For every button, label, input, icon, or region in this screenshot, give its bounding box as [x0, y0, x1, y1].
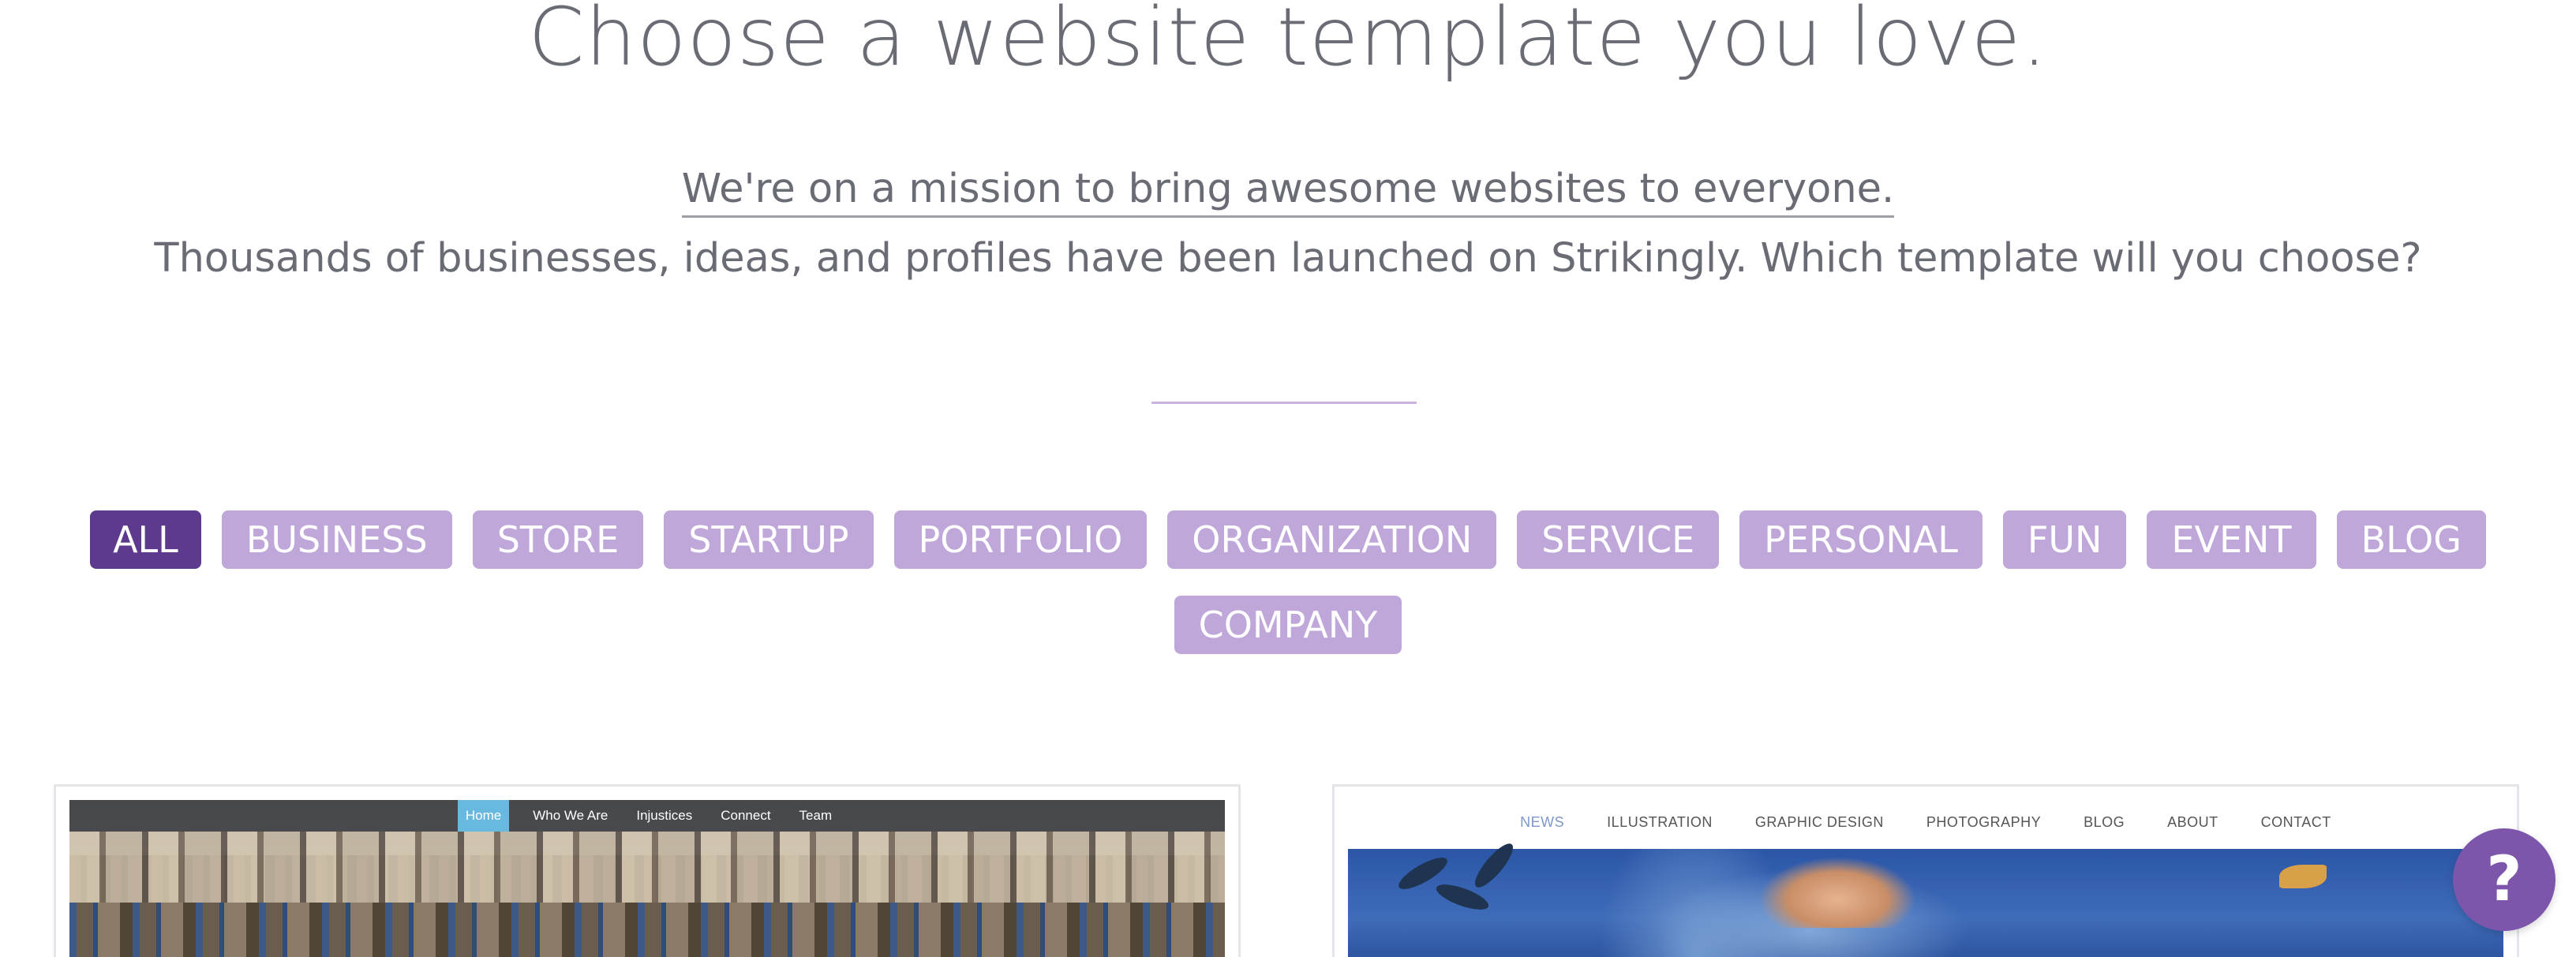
filter-organization-button[interactable]: ORGANIZATION: [1167, 510, 1497, 569]
filter-blog-button[interactable]: BLOG: [2336, 510, 2486, 569]
filter-service-button[interactable]: SERVICE: [1517, 510, 1720, 569]
template-gallery-page: Choose a website template you love. We'r…: [0, 0, 2576, 957]
page-headline: Choose a website template you love.: [528, 0, 2048, 84]
mission-link[interactable]: We're on a mission to bring awesome webs…: [681, 166, 1895, 218]
filter-business-button[interactable]: BUSINESS: [221, 510, 452, 569]
preview-site-nav: NEWS ILLUSTRATION GRAPHIC DESIGN PHOTOGR…: [1348, 814, 2503, 831]
filter-store-button[interactable]: STORE: [472, 510, 644, 569]
preview-nav-item: ABOUT: [2167, 814, 2218, 830]
category-filters: ALL BUSINESS STORE STARTUP PORTFOLIO ORG…: [0, 510, 2576, 681]
filter-startup-button[interactable]: STARTUP: [664, 510, 874, 569]
mission-statement: We're on a mission to bring awesome webs…: [0, 166, 2576, 218]
filter-company-button[interactable]: COMPANY: [1174, 596, 1402, 654]
preview-nav-item: Injustices: [636, 808, 693, 823]
preview-rooftops: [69, 903, 1225, 957]
preview-nav-item: ILLUSTRATION: [1607, 814, 1713, 830]
preview-nav-item: Connect: [721, 808, 771, 823]
filter-event-button[interactable]: EVENT: [2147, 510, 2316, 569]
template-card-illustration[interactable]: NEWS ILLUSTRATION GRAPHIC DESIGN PHOTOGR…: [1332, 784, 2519, 957]
preview-site-nav: Home Who We Are Injustices Connect Team: [69, 800, 1225, 832]
filter-row-2: COMPANY: [0, 596, 2576, 654]
filter-personal-button[interactable]: PERSONAL: [1739, 510, 1983, 569]
illustration-fish: [2279, 865, 2327, 888]
page-subtext: Thousands of businesses, ideas, and prof…: [154, 235, 2422, 282]
preview-nav-item: PHOTOGRAPHY: [1926, 814, 2042, 830]
section-divider: [1151, 402, 1417, 404]
preview-nav-item: Who We Are: [533, 808, 608, 823]
filter-fun-button[interactable]: FUN: [2002, 510, 2127, 569]
leaf-shape: [1470, 839, 1518, 892]
illustration-figure: [1758, 857, 1916, 928]
template-preview-image[interactable]: Home Who We Are Injustices Connect Team: [69, 800, 1225, 957]
preview-nav-item: BLOG: [2084, 814, 2125, 830]
preview-illustration: [1348, 839, 2503, 957]
preview-nav-item: Team: [799, 808, 833, 823]
preview-nav-item: NEWS: [1520, 814, 1565, 830]
filter-all-button[interactable]: ALL: [90, 510, 201, 569]
filter-row-1: ALL BUSINESS STORE STARTUP PORTFOLIO ORG…: [0, 510, 2576, 569]
preview-nav-item: Home: [457, 800, 510, 832]
preview-nav-item: CONTACT: [2260, 814, 2331, 830]
template-preview-image[interactable]: NEWS ILLUSTRATION GRAPHIC DESIGN PHOTOGR…: [1348, 800, 2503, 957]
template-card-charity[interactable]: Home Who We Are Injustices Connect Team: [54, 784, 1241, 957]
filter-portfolio-button[interactable]: PORTFOLIO: [893, 510, 1148, 569]
help-button[interactable]: ?: [2453, 828, 2555, 931]
preview-nav-item: GRAPHIC DESIGN: [1754, 814, 1884, 830]
